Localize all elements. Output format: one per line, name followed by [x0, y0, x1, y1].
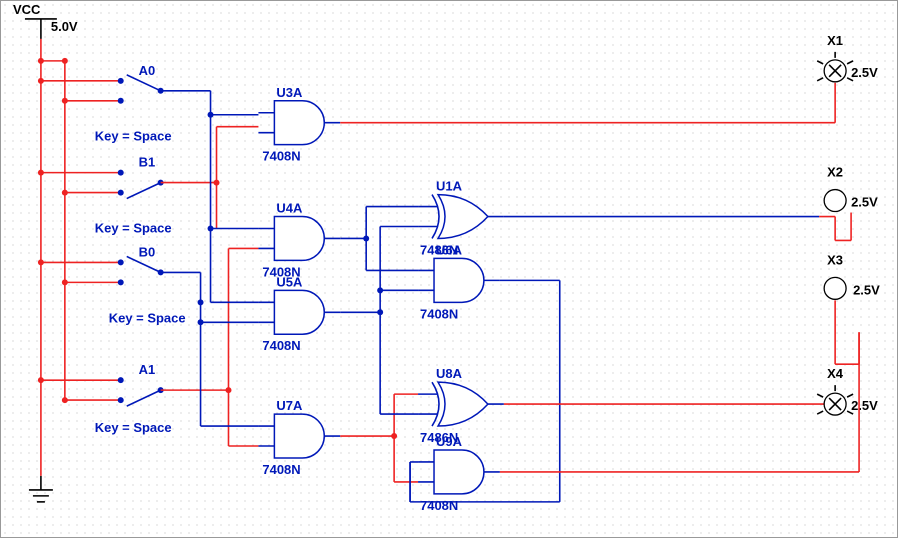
gate-U1A: U1A 7486N: [366, 179, 504, 258]
schematic-overlay: VCC 5.0V A0 Key = Space: [1, 1, 897, 538]
gate-U5A: U5A 7408N: [201, 274, 341, 353]
gate-U4A: U4A 7408N: [211, 201, 341, 280]
switch-key-label: Key = Space: [95, 129, 172, 144]
gate-part: 7408N: [262, 462, 300, 477]
output-X1: X1 2.5V: [340, 33, 878, 123]
gate-ref: U3A: [276, 85, 303, 100]
switch-key-label: Key = Space: [109, 310, 186, 325]
gate-ref: U1A: [436, 179, 463, 194]
gate-part: 7408N: [262, 338, 300, 353]
output-X3: X3 2.5V: [824, 252, 880, 364]
vcc-label: VCC: [13, 2, 41, 17]
gate-part: 7408N: [420, 498, 458, 513]
gate-ref: U6A: [436, 242, 463, 257]
gate-U3A: U3A 7408N: [211, 85, 341, 164]
switch-key-label: Key = Space: [95, 420, 172, 435]
gate-part: 7408N: [420, 306, 458, 321]
power-supply: VCC 5.0V: [13, 2, 78, 39]
output-X4: X4 2.5V: [500, 332, 878, 472]
output-voltage: 2.5V: [853, 282, 880, 297]
output-label: X4: [827, 366, 844, 381]
gate-ref: U4A: [276, 201, 303, 216]
gate-ref: U8A: [436, 366, 463, 381]
output-label: X1: [827, 33, 843, 48]
output-voltage: 2.5V: [851, 65, 878, 80]
vcc-value: 5.0V: [51, 19, 78, 34]
switch-label: B0: [139, 244, 156, 259]
gate-ref: U5A: [276, 274, 303, 289]
gate-ref: U7A: [276, 398, 303, 413]
output-label: X3: [827, 252, 843, 267]
schematic-canvas: VCC 5.0V A0 Key = Space: [0, 0, 898, 538]
ground-symbol: [29, 476, 53, 502]
switch-label: B1: [139, 155, 156, 170]
switch-B0[interactable]: B0 Key = Space: [38, 244, 201, 325]
output-voltage: 2.5V: [851, 195, 878, 210]
gate-part: 7408N: [262, 149, 300, 164]
switch-label: A1: [139, 362, 156, 377]
gate-U7A: U7A 7408N: [201, 398, 341, 477]
switch-key-label: Key = Space: [95, 220, 172, 235]
switch-A0[interactable]: A0 Key = Space: [38, 63, 211, 144]
output-voltage: 2.5V: [851, 398, 878, 413]
gate-ref: U9A: [436, 434, 463, 449]
output-label: X2: [827, 165, 843, 180]
switch-label: A0: [139, 63, 156, 78]
output-X2: X2 2.5V: [504, 165, 878, 241]
